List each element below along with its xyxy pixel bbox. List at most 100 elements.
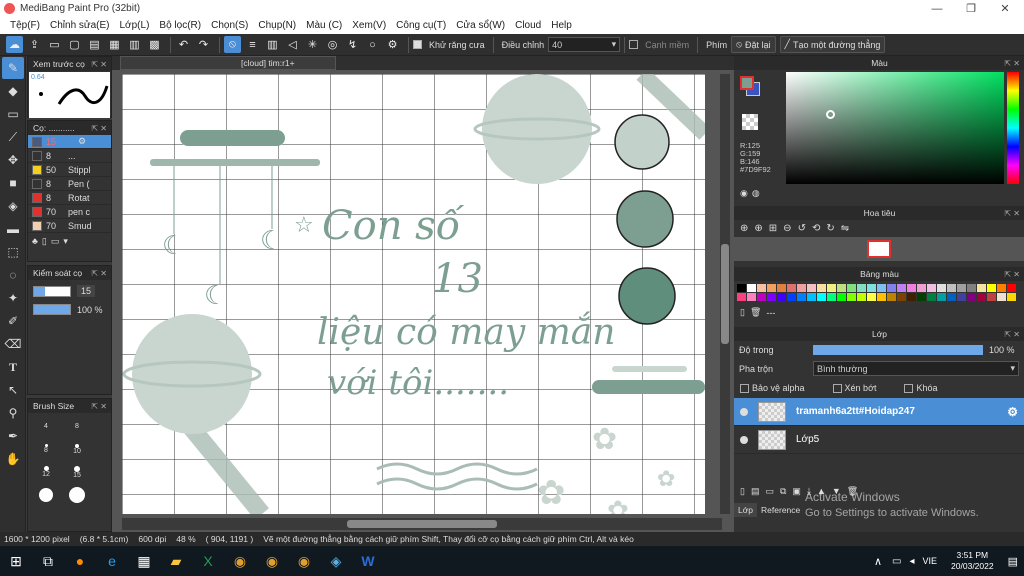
- store-icon[interactable]: ▦: [128, 546, 160, 576]
- palette-swatch[interactable]: [777, 293, 786, 301]
- menu-select[interactable]: Chọn(S): [206, 20, 253, 31]
- windows-start-icon[interactable]: ⊞: [0, 546, 32, 576]
- menu-cloud[interactable]: Cloud: [510, 20, 546, 31]
- size-slider[interactable]: [33, 285, 71, 297]
- brush-item[interactable]: 8 ...: [28, 149, 111, 163]
- copy-brush-icon[interactable]: ▭: [51, 236, 60, 247]
- zoom-in-icon[interactable]: ⊕: [740, 223, 748, 234]
- palette-swatch[interactable]: [867, 284, 876, 292]
- gear-icon[interactable]: ⚙: [1007, 405, 1018, 419]
- palette-swatch[interactable]: [737, 284, 746, 292]
- comment-icon[interactable]: ▭: [46, 36, 63, 53]
- new-halftone-layer-icon[interactable]: ▤: [751, 486, 760, 497]
- palette-swatches[interactable]: [734, 281, 1024, 304]
- adjust-select[interactable]: 40 ▾: [548, 37, 621, 52]
- palette-swatch[interactable]: [997, 284, 1006, 292]
- palette-swatch[interactable]: [867, 293, 876, 301]
- brushsize-cell[interactable]: [62, 484, 92, 506]
- rotate-left-icon[interactable]: ↺: [798, 223, 806, 234]
- folder-icon[interactable]: ▣: [792, 486, 801, 497]
- checkbox[interactable]: [832, 384, 842, 394]
- navigator-thumbnail[interactable]: [867, 240, 891, 258]
- upload-icon[interactable]: ⇪: [26, 36, 43, 53]
- flip-icon[interactable]: ⇋: [841, 223, 849, 234]
- clipping-option[interactable]: Xén bớt: [832, 383, 876, 394]
- palette-swatch[interactable]: [977, 284, 986, 292]
- palette-swatch[interactable]: [767, 293, 776, 301]
- palette-swatch[interactable]: [817, 293, 826, 301]
- restore-button[interactable]: ❐: [954, 0, 988, 17]
- brush-menu-icon[interactable]: ▾: [63, 236, 68, 247]
- eyedropper-icon[interactable]: ✒: [2, 425, 24, 447]
- volume-icon[interactable]: ◂: [910, 556, 915, 567]
- brush-item[interactable]: 70 pen c: [28, 205, 111, 219]
- clock[interactable]: 3:51 PM 20/03/2022: [951, 550, 994, 572]
- brushsize-cell[interactable]: 10: [62, 438, 92, 460]
- hue-slider[interactable]: [1007, 72, 1019, 184]
- medibang-icon[interactable]: ◈: [320, 546, 352, 576]
- menu-filter[interactable]: Bộ lọc(R): [154, 20, 206, 31]
- palette-swatch[interactable]: [977, 293, 986, 301]
- panel-controls-icon[interactable]: ⇱ ✕: [91, 269, 107, 278]
- redo-icon[interactable]: ↷: [195, 36, 212, 53]
- dropper-tool-icon[interactable]: ⚲: [2, 402, 24, 424]
- brushsize-cell[interactable]: 12: [31, 461, 61, 483]
- panel-icon[interactable]: ▥: [126, 36, 143, 53]
- palette-swatch[interactable]: [937, 284, 946, 292]
- new-layer-icon[interactable]: ▯: [740, 486, 745, 497]
- protect-alpha-option[interactable]: Bảo vệ alpha: [740, 383, 805, 394]
- opacity-slider[interactable]: [813, 345, 983, 355]
- palette-swatch[interactable]: [857, 293, 866, 301]
- word-icon[interactable]: W: [352, 546, 384, 576]
- palette-swatch[interactable]: [1007, 284, 1016, 292]
- palette-swatch[interactable]: [987, 284, 996, 292]
- palette-swatch[interactable]: [827, 293, 836, 301]
- gear-icon[interactable]: ⚙: [78, 136, 86, 147]
- gradient-tool-icon[interactable]: ▬: [2, 218, 24, 240]
- palette-swatch[interactable]: [827, 284, 836, 292]
- panel-controls-icon[interactable]: ⇱ ✕: [91, 124, 107, 133]
- new-8bit-layer-icon[interactable]: ▭: [765, 486, 774, 497]
- eraser-tool-icon[interactable]: ◆: [2, 80, 24, 102]
- brush-item[interactable]: 50 Stippl: [28, 163, 111, 177]
- lasso-tool-icon[interactable]: ◌: [2, 264, 24, 286]
- document-tab[interactable]: [cloud] tim:r1+: [120, 56, 336, 70]
- panel-controls-icon[interactable]: ⇱ ✕: [91, 402, 107, 411]
- move-tool-icon[interactable]: ✥: [2, 149, 24, 171]
- panel-controls-icon[interactable]: ⇱ ✕: [1004, 59, 1020, 68]
- palette-swatch[interactable]: [737, 293, 746, 301]
- palette-swatch[interactable]: [777, 284, 786, 292]
- palette-swatch[interactable]: [807, 284, 816, 292]
- select-tool-icon[interactable]: ⬚: [2, 241, 24, 263]
- palette-swatch[interactable]: [887, 284, 896, 292]
- palette-swatch[interactable]: [847, 284, 856, 292]
- primary-color[interactable]: [740, 76, 754, 90]
- palette-swatch[interactable]: [907, 293, 916, 301]
- palette-swatch[interactable]: [917, 284, 926, 292]
- palette-icon[interactable]: ◉: [740, 188, 748, 199]
- text-tool-icon[interactable]: T: [2, 356, 24, 378]
- new-brush-icon[interactable]: ▯: [42, 236, 47, 247]
- menu-tools[interactable]: Công cụ(T): [391, 20, 451, 31]
- color-saturation-square[interactable]: [786, 72, 1004, 184]
- eye-icon[interactable]: [740, 407, 748, 416]
- color-swatches[interactable]: [740, 76, 762, 98]
- palette-swatch[interactable]: [837, 284, 846, 292]
- document-icon[interactable]: ▤: [86, 36, 103, 53]
- chrome-icon[interactable]: ◉: [224, 546, 256, 576]
- palette-swatch[interactable]: [767, 284, 776, 292]
- menu-help[interactable]: Help: [546, 20, 577, 31]
- grid-icon[interactable]: ▦: [106, 36, 123, 53]
- palette-swatch[interactable]: [907, 284, 916, 292]
- select-eraser-icon[interactable]: ⌫: [2, 333, 24, 355]
- menu-snap[interactable]: Chụp(N): [253, 20, 301, 31]
- checkbox[interactable]: [740, 384, 749, 394]
- brush-item[interactable]: 8 Rotat: [28, 191, 111, 205]
- antialias-checkbox[interactable]: [413, 40, 422, 49]
- notification-icon[interactable]: ▤: [1008, 555, 1018, 568]
- scroll-thumb[interactable]: [347, 520, 497, 528]
- edge-checkbox[interactable]: [629, 40, 639, 49]
- brush-item[interactable]: 15 ⚙: [28, 135, 111, 149]
- tab-reference[interactable]: Reference: [757, 503, 804, 517]
- palette-swatch[interactable]: [967, 293, 976, 301]
